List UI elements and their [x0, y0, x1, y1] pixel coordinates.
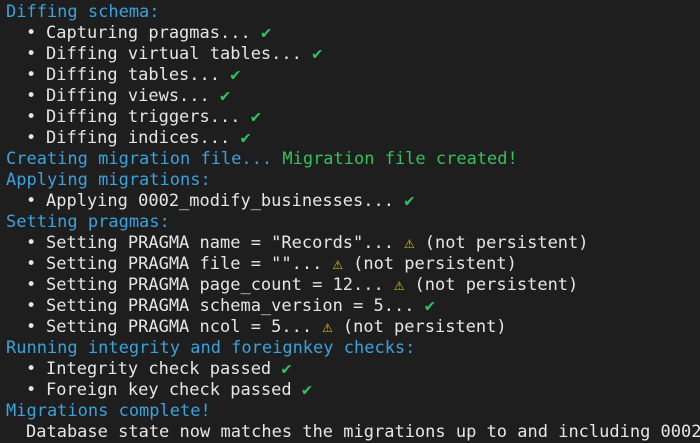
bullet-icon: • — [26, 275, 37, 295]
bullet-icon: • — [26, 359, 37, 379]
list-item-text: Diffing triggers... — [46, 107, 241, 127]
terminal-output: Diffing schema: • Capturing pragmas... ✔ • D… — [0, 0, 700, 443]
list-item-text: Setting PRAGMA ncol = 5... — [46, 317, 313, 337]
list-item-text: Setting PRAGMA schema_version = 5... — [46, 296, 415, 316]
heading-text: Creating migration file... — [6, 149, 273, 169]
section-heading: Creating migration file... Migration fil… — [6, 149, 700, 170]
summary-text: Database state now matches the migration… — [6, 422, 700, 443]
note-text: (not persistent) — [342, 317, 507, 337]
list-item: • Setting PRAGMA name = "Records"... ⚠ (n… — [6, 233, 700, 254]
list-item-text: Setting PRAGMA file = ""... — [46, 254, 323, 274]
section-heading: Applying migrations: — [6, 170, 700, 191]
section-heading: Migrations complete! — [6, 401, 700, 422]
check-icon: ✔ — [220, 86, 231, 106]
list-item: • Capturing pragmas... ✔ — [6, 23, 700, 44]
warning-icon: ⚠ — [404, 233, 415, 253]
warning-icon: ⚠ — [322, 317, 333, 337]
summary-text-content: Database state now matches the migration… — [26, 422, 700, 442]
check-icon: ✔ — [281, 359, 292, 379]
note-text: (not persistent) — [353, 254, 517, 274]
list-item: • Setting PRAGMA ncol = 5... ⚠ (not persi… — [6, 317, 700, 338]
bullet-icon: • — [26, 317, 37, 337]
check-icon: ✔ — [260, 23, 272, 43]
bullet-icon: • — [26, 107, 37, 127]
heading-text: Migrations complete! — [6, 401, 211, 421]
check-icon: ✔ — [301, 380, 313, 400]
list-item-text: Diffing virtual tables... — [46, 44, 302, 64]
list-item: • Integrity check passed ✔ — [6, 359, 700, 380]
list-item-text: Setting PRAGMA page_count = 12... — [46, 275, 384, 295]
bullet-icon: • — [26, 191, 37, 211]
note-text: (not persistent) — [414, 275, 579, 295]
list-item-text: Foreign key check passed — [46, 380, 292, 400]
list-item-text: Capturing pragmas... — [46, 23, 251, 43]
list-item-text: Diffing views... — [46, 86, 210, 106]
heading-text: Applying migrations: — [6, 170, 211, 190]
section-heading: Running integrity and foreignkey checks: — [6, 338, 700, 359]
list-item-text: Integrity check passed — [46, 359, 272, 379]
check-icon: ✔ — [404, 191, 415, 211]
warning-icon: ⚠ — [394, 275, 405, 295]
list-item: • Diffing views... ✔ — [6, 86, 700, 107]
heading-text: Setting pragmas: — [6, 212, 170, 232]
bullet-icon: • — [26, 380, 37, 400]
check-icon: ✔ — [240, 128, 251, 148]
result-text: Migration file created! — [282, 149, 518, 169]
bullet-icon: • — [26, 128, 37, 148]
list-item-text: Applying 0002_modify_businesses... — [46, 191, 394, 211]
bullet-icon: • — [26, 44, 37, 64]
list-item: • Diffing triggers... ✔ — [6, 107, 700, 128]
list-item-text: Diffing tables... — [46, 65, 220, 85]
bullet-icon: • — [26, 296, 37, 316]
heading-text: Running integrity and foreignkey checks: — [6, 338, 416, 358]
check-icon: ✔ — [250, 107, 261, 127]
list-item: • Diffing virtual tables... ✔ — [6, 44, 700, 65]
warning-icon: ⚠ — [332, 254, 343, 274]
section-heading: Setting pragmas: — [6, 212, 700, 233]
check-icon: ✔ — [230, 65, 241, 85]
list-item: • Setting PRAGMA page_count = 12... ⚠ (no… — [6, 275, 700, 296]
list-item: • Setting PRAGMA schema_version = 5... ✔ — [6, 296, 700, 317]
list-item: • Applying 0002_modify_businesses... ✔ — [6, 191, 700, 212]
list-item: • Diffing indices... ✔ — [6, 128, 700, 149]
section-heading: Diffing schema: — [6, 2, 700, 23]
bullet-icon: • — [26, 233, 37, 253]
bullet-icon: • — [26, 86, 37, 106]
bullet-icon: • — [26, 23, 37, 43]
list-item-text: Diffing indices... — [46, 128, 231, 148]
list-item: • Setting PRAGMA file = ""... ⚠ (not pers… — [6, 254, 700, 275]
bullet-icon: • — [26, 254, 37, 274]
check-icon: ✔ — [312, 44, 323, 64]
heading-text: Diffing schema: — [6, 2, 160, 22]
check-icon: ✔ — [424, 296, 435, 316]
list-item-text: Setting PRAGMA name = "Records"... — [46, 233, 394, 253]
bullet-icon: • — [26, 65, 37, 85]
list-item: • Diffing tables... ✔ — [6, 65, 700, 86]
list-item: • Foreign key check passed ✔ — [6, 380, 700, 401]
note-text: (not persistent) — [424, 233, 589, 253]
